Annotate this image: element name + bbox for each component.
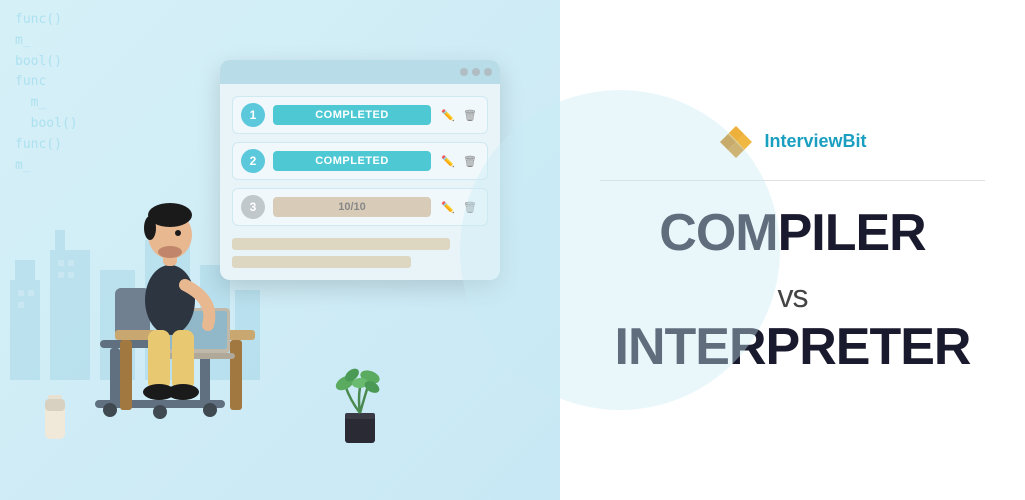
task-icons-2: ✏️ 🗑 bbox=[439, 152, 479, 170]
task-row-1: 1 COMPLETED ✏️ 🗑 bbox=[232, 96, 488, 134]
monitor-window: 1 COMPLETED ✏️ 🗑 2 COMPLETED ✏️ 🗑 3 10/1 bbox=[220, 60, 500, 280]
brand-logo-icon bbox=[718, 124, 754, 160]
monitor-bottom-bars bbox=[220, 238, 500, 280]
title-line2: INTERPRETER bbox=[615, 319, 971, 376]
brand-name-part2: Bit bbox=[843, 131, 867, 151]
title-vs: vs bbox=[777, 278, 807, 314]
title-line1: COMPILER bbox=[615, 205, 971, 262]
delete-icon-1[interactable]: 🗑 bbox=[461, 106, 479, 124]
dot3 bbox=[484, 68, 492, 76]
task-row-3: 3 10/10 ✏️ 🗑 bbox=[232, 188, 488, 226]
monitor-body: 1 COMPLETED ✏️ 🗑 2 COMPLETED ✏️ 🗑 3 10/1 bbox=[220, 84, 500, 238]
delete-icon-2[interactable]: 🗑 bbox=[461, 152, 479, 170]
task-status-3: 10/10 bbox=[273, 197, 431, 217]
brand-header: InterviewBit bbox=[718, 124, 866, 160]
main-title: COMPILER vs INTERPRETER bbox=[615, 205, 971, 377]
task-icons-1: ✏️ 🗑 bbox=[439, 106, 479, 124]
dot1 bbox=[460, 68, 468, 76]
bottle-illustration bbox=[40, 390, 70, 445]
title-vs-line: vs bbox=[615, 262, 971, 319]
monitor-titlebar bbox=[220, 60, 500, 84]
brand-name-text: InterviewBit bbox=[764, 131, 866, 152]
edit-icon-2[interactable]: ✏️ bbox=[439, 152, 457, 170]
task-row-2: 2 COMPLETED ✏️ 🗑 bbox=[232, 142, 488, 180]
brand-divider bbox=[600, 180, 985, 181]
edit-icon-3[interactable]: ✏️ bbox=[439, 198, 457, 216]
task-icons-3: ✏️ 🗑 bbox=[439, 198, 479, 216]
left-panel: func()m_bool() func m_ bool() func()m_ bbox=[0, 0, 560, 500]
task-number-1: 1 bbox=[241, 103, 265, 127]
delete-icon-3[interactable]: 🗑 bbox=[461, 198, 479, 216]
edit-icon-1[interactable]: ✏️ bbox=[439, 106, 457, 124]
brand-name-part1: Interview bbox=[764, 131, 842, 151]
task-status-2: COMPLETED bbox=[273, 151, 431, 171]
plant-illustration bbox=[330, 365, 390, 445]
bottom-bar-1 bbox=[232, 238, 450, 250]
task-status-1: COMPLETED bbox=[273, 105, 431, 125]
person-illustration bbox=[60, 140, 260, 440]
right-panel: InterviewBit COMPILER vs INTERPRETER bbox=[560, 0, 1025, 500]
dot2 bbox=[472, 68, 480, 76]
